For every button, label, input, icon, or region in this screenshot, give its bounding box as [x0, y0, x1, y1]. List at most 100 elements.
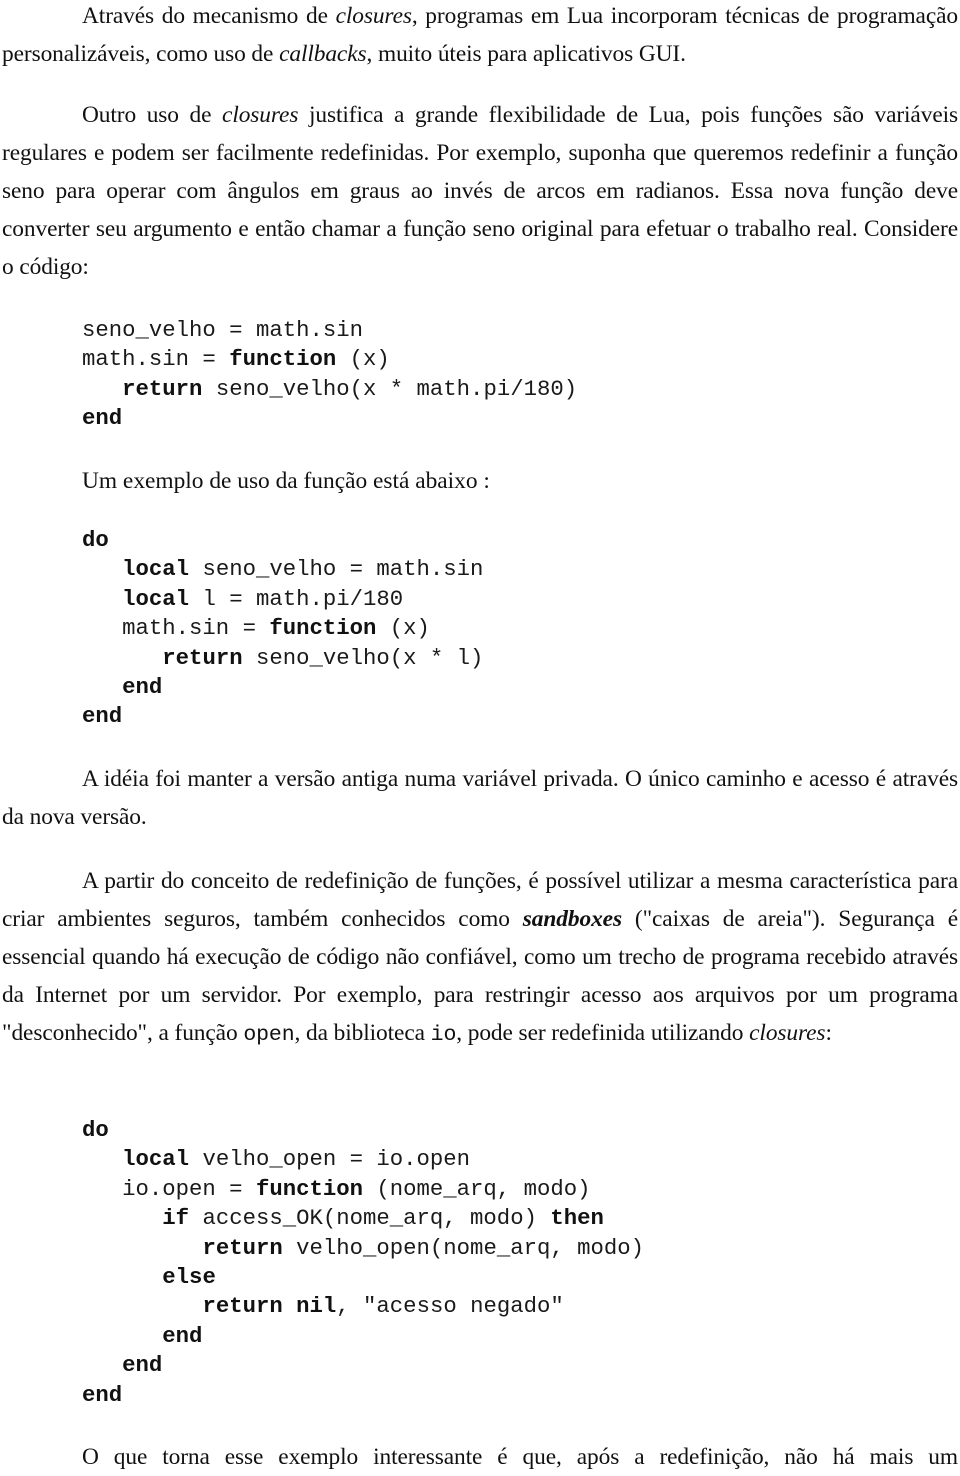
text-run: : [825, 1020, 832, 1046]
paragraph-text: A idéia foi manter a versão antiga numa … [2, 766, 958, 830]
code-block-sin-redefinition: seno_velho = math.sin math.sin = function… [82, 316, 577, 434]
paragraph-text: Através do mecanismo de closures, progra… [2, 3, 958, 67]
paragraph-conclusion: O que torna esse exemplo interessante é … [2, 1438, 958, 1476]
text-run: Através do mecanismo de [82, 3, 336, 29]
emphasis-term: closures [222, 102, 299, 128]
code-keyword: end [162, 1322, 203, 1349]
code-keyword: function [269, 615, 377, 642]
code-keyword: end [82, 1381, 123, 1408]
code-text: l = math.pi/180 [189, 585, 404, 612]
inline-code: open [243, 1023, 295, 1047]
code-keyword: return [162, 644, 243, 671]
code-text: seno_velho(x * math.pi/180) [202, 375, 578, 402]
code-text: seno_velho = math.sin [82, 317, 363, 343]
code-keyword: do [82, 527, 109, 553]
code-text: seno_velho = math.sin [189, 556, 484, 583]
code-text: io.open = [82, 1175, 256, 1202]
code-line: else [82, 1263, 644, 1292]
example-caption: Um exemplo de uso da função está abaixo … [82, 468, 490, 494]
text-run: justifica a grande flexibilidade de Lua,… [2, 102, 958, 280]
code-line: end [82, 404, 577, 433]
code-keyword: return [202, 1234, 283, 1261]
code-line: return seno_velho(x * l) [82, 644, 483, 673]
paragraph-private-variable: A idéia foi manter a versão antiga numa … [2, 760, 958, 836]
paragraph-text: A partir do conceito de redefinição de f… [2, 868, 958, 1047]
text-run: Outro uso de [82, 102, 223, 128]
paragraph-text: Outro uso de closures justifica a grande… [2, 102, 958, 280]
code-text: , "acesso negado" [336, 1293, 564, 1320]
code-line: return seno_velho(x * math.pi/180) [82, 375, 577, 404]
code-text: math.sin = [82, 615, 270, 642]
code-text: access_OK(nome_arq, modo) [189, 1205, 551, 1232]
text-run: A idéia foi manter a versão antiga numa … [2, 766, 958, 830]
text-run: , muito úteis para aplicativos GUI. [366, 41, 686, 67]
code-keyword: else [162, 1263, 216, 1290]
code-keyword: function [255, 1175, 363, 1202]
code-keyword: local [122, 556, 190, 583]
code-line: end [82, 1322, 644, 1351]
code-keyword: local [122, 585, 190, 612]
code-text: velho_open(nome_arq, modo) [282, 1234, 645, 1261]
code-text: (nome_arq, modo) [363, 1175, 591, 1202]
code-keyword: end [82, 405, 123, 432]
code-keyword: local [122, 1146, 190, 1173]
code-line: do [82, 526, 483, 555]
code-text: (x) [336, 346, 390, 373]
code-text: velho_open = io.open [189, 1146, 471, 1173]
emphasis-term: callbacks [279, 41, 367, 67]
code-block-io-open-sandbox: do local velho_open = io.open io.open = … [82, 1116, 644, 1410]
code-line: end [82, 702, 483, 731]
code-line: return velho_open(nome_arq, modo) [82, 1234, 644, 1263]
code-line: if access_OK(nome_arq, modo) then [82, 1204, 644, 1233]
text-run: O que torna esse exemplo interessante é … [82, 1444, 958, 1470]
code-line: end [82, 1381, 644, 1410]
code-line: math.sin = function (x) [82, 345, 577, 374]
code-block-sin-closure-example: do local seno_velho = math.sin local l =… [82, 526, 483, 732]
code-line: seno_velho = math.sin [82, 316, 577, 345]
code-keyword: nil [296, 1293, 337, 1320]
text-run: , da biblioteca [294, 1020, 431, 1046]
code-keyword: end [82, 703, 123, 730]
code-keyword: return [202, 1293, 283, 1320]
strong-emphasis-term: sandboxes [522, 906, 622, 932]
code-line: do [82, 1116, 644, 1145]
code-text: (x) [376, 615, 430, 642]
paragraph-closures-intro: Através do mecanismo de closures, progra… [2, 0, 958, 73]
code-keyword: return [122, 375, 203, 402]
paragraph-function-redefinition: Outro uso de closures justifica a grande… [2, 96, 958, 286]
code-line: local velho_open = io.open [82, 1145, 644, 1174]
code-keyword: end [122, 1352, 163, 1379]
code-keyword: function [229, 346, 337, 373]
code-text: math.sin = [82, 346, 230, 373]
code-line: return nil, "acesso negado" [82, 1292, 644, 1321]
inline-code: io [430, 1023, 457, 1047]
code-keyword: then [550, 1205, 604, 1232]
code-keyword: if [162, 1205, 190, 1232]
code-line: io.open = function (nome_arq, modo) [82, 1175, 644, 1204]
code-line: math.sin = function (x) [82, 614, 483, 643]
emphasis-term: closures [335, 3, 412, 29]
paragraph-text: O que torna esse exemplo interessante é … [82, 1444, 958, 1470]
code-text: seno_velho(x * l) [242, 644, 484, 671]
code-line: local seno_velho = math.sin [82, 555, 483, 584]
paragraph-sandboxes: A partir do conceito de redefinição de f… [2, 862, 958, 1054]
text-run: , pode ser redefinida utilizando [456, 1020, 750, 1046]
code-line: local l = math.pi/180 [82, 585, 483, 614]
code-line: end [82, 1351, 644, 1380]
emphasis-term: closures [749, 1020, 826, 1046]
code-keyword: end [122, 673, 163, 700]
code-line: end [82, 673, 483, 702]
